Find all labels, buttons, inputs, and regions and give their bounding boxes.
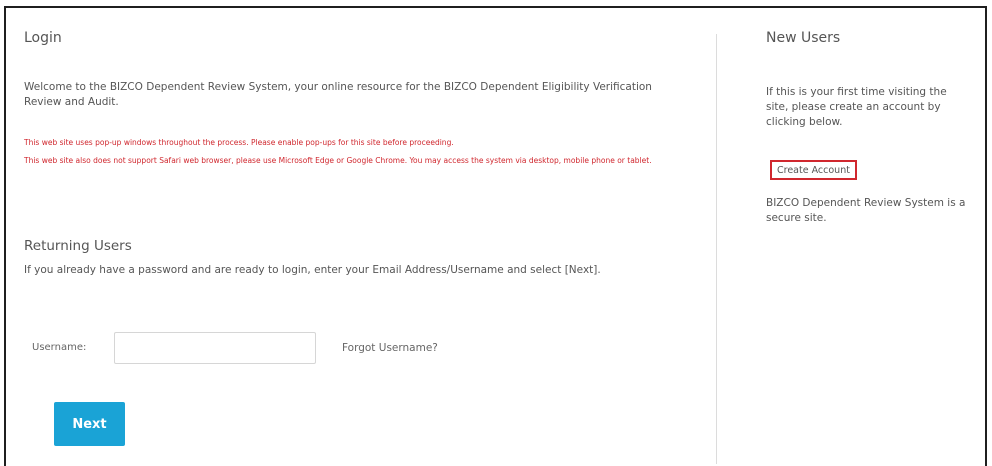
popup-warning-text: This web site uses pop-up windows throug… bbox=[24, 138, 454, 147]
panel-divider bbox=[716, 34, 717, 464]
browser-warning-text: This web site also does not support Safa… bbox=[24, 156, 652, 165]
login-panel: Login Welcome to the BIZCO Dependent Rev… bbox=[24, 30, 704, 446]
secure-site-text: BIZCO Dependent Review System is a secur… bbox=[766, 197, 966, 224]
new-users-description: If this is your first time visiting the … bbox=[766, 86, 947, 128]
login-title: Login bbox=[24, 30, 62, 46]
create-account-button[interactable]: Create Account bbox=[770, 160, 857, 180]
new-users-title: New Users bbox=[766, 30, 841, 46]
next-button[interactable]: Next bbox=[54, 402, 125, 446]
login-page-frame: Login Welcome to the BIZCO Dependent Rev… bbox=[4, 6, 987, 466]
returning-users-title: Returning Users bbox=[24, 238, 132, 254]
returning-users-description: If you already have a password and are r… bbox=[24, 264, 601, 276]
forgot-username-link[interactable]: Forgot Username? bbox=[342, 342, 438, 354]
username-label: Username: bbox=[32, 342, 87, 353]
new-users-panel: New Users If this is your first time vis… bbox=[766, 30, 976, 224]
welcome-text: Welcome to the BIZCO Dependent Review Sy… bbox=[24, 81, 652, 108]
username-input[interactable] bbox=[114, 332, 316, 364]
